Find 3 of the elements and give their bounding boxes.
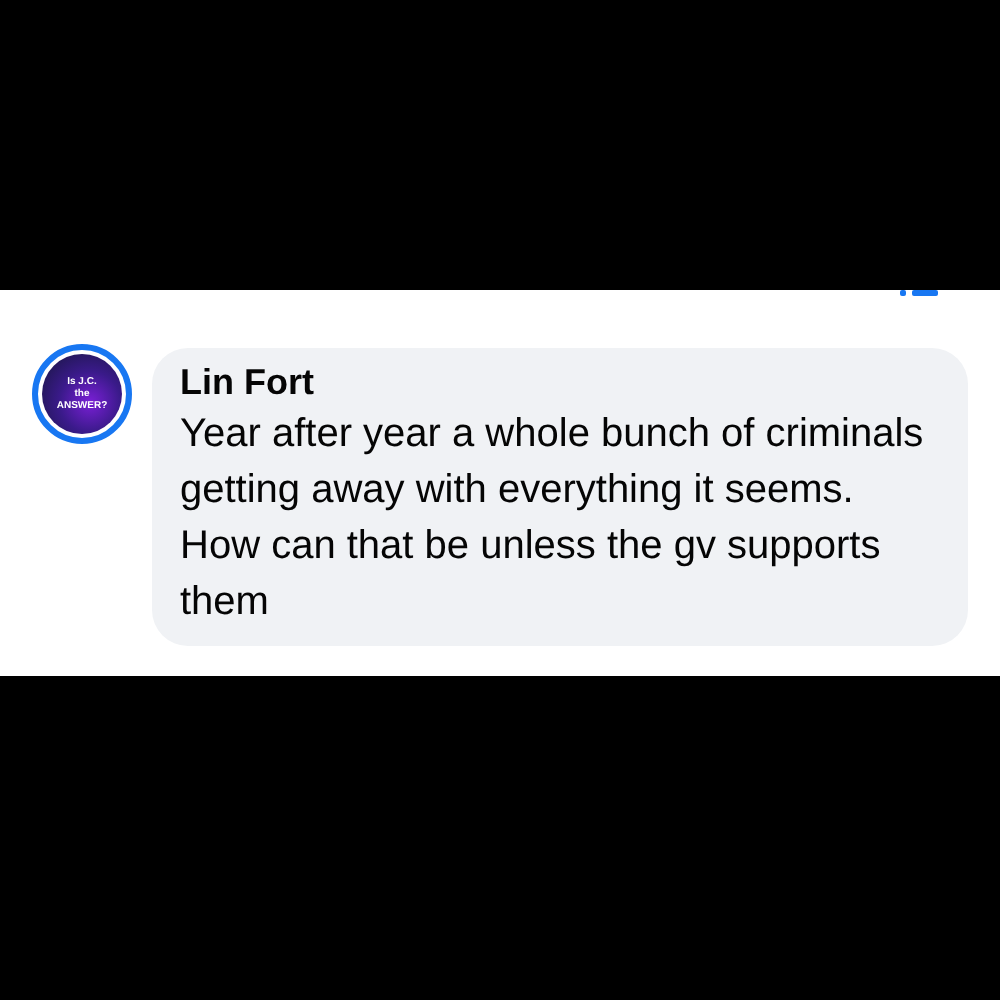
comment-text: Year after year a whole bunch of criminals getting away with everything it seems. How can that be unless the gv supports them: [180, 410, 926, 628]
partial-icon: [900, 290, 940, 298]
author-name[interactable]: Lin Fort: [180, 358, 940, 406]
